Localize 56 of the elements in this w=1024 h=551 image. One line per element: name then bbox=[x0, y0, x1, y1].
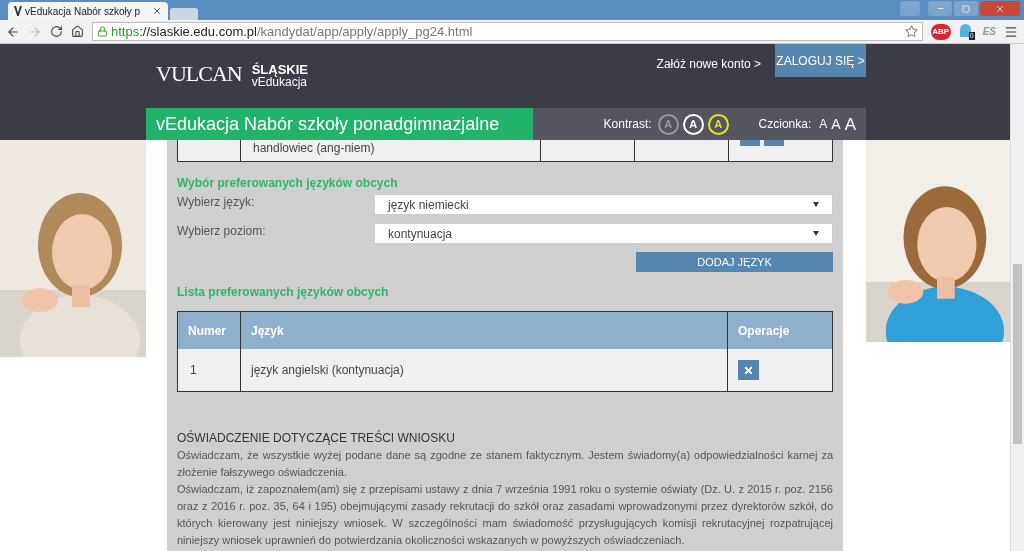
maximize-button[interactable] bbox=[954, 1, 978, 16]
minimize-button[interactable] bbox=[928, 1, 952, 16]
action-button[interactable] bbox=[764, 140, 784, 146]
close-icon bbox=[743, 364, 754, 376]
table-cell: 1 bbox=[178, 349, 241, 391]
page-title: vEdukacja Nabór szkoły ponadgimnazjalne bbox=[156, 112, 500, 136]
browser-tab[interactable]: vEdukacja Nabór szkoły p bbox=[8, 2, 168, 20]
field-label: Wybierz język: bbox=[177, 194, 256, 210]
new-tab-button[interactable] bbox=[170, 8, 198, 20]
column-header: Operacje bbox=[737, 322, 791, 340]
delete-button[interactable] bbox=[738, 360, 759, 380]
add-language-button[interactable]: DODAJ JĘZYK bbox=[636, 252, 833, 272]
font-size-option[interactable]: A bbox=[831, 117, 841, 131]
brand-title: ŚLĄSKIE bbox=[251, 64, 308, 76]
vulcan-logo[interactable]: VULCAN bbox=[156, 62, 242, 86]
logo-icon bbox=[14, 6, 22, 16]
font-size-label: Czcionka: bbox=[758, 116, 812, 133]
url-text: https://slaskie.edu.com.pl/kandydat/app/apply/apply_pg24.html bbox=[111, 22, 473, 41]
close-button[interactable] bbox=[980, 1, 1020, 16]
field-label: Wybierz poziom: bbox=[177, 223, 267, 239]
brand-subtitle: vEdukacja bbox=[251, 76, 308, 88]
dropdown-arrow-icon bbox=[813, 231, 819, 236]
statement-heading: OŚWIADCZENIE DOTYCZĄCE TREŚCI WNIOSKU bbox=[177, 430, 456, 447]
font-size-option[interactable]: A bbox=[819, 118, 828, 130]
font-size-option[interactable]: A bbox=[844, 115, 856, 133]
menu-icon[interactable] bbox=[1004, 24, 1018, 39]
profile-button[interactable] bbox=[900, 1, 920, 16]
register-link[interactable]: Załóż nowe konto > bbox=[656, 55, 761, 108]
table-cell: handlowiec (ang-niem) bbox=[241, 140, 541, 161]
section-heading: Lista preferowanych języków obcych bbox=[177, 284, 390, 300]
dropdown-arrow-icon bbox=[813, 202, 819, 207]
select-field[interactable]: kontynuacja bbox=[374, 223, 833, 244]
select-field[interactable]: język niemiecki bbox=[374, 194, 833, 215]
lock-icon bbox=[97, 26, 108, 37]
scrollbar[interactable] bbox=[1010, 44, 1024, 551]
close-icon bbox=[995, 3, 1005, 14]
section-heading: Wybór preferowanych języków obcych bbox=[177, 175, 399, 191]
home-icon[interactable] bbox=[71, 25, 84, 38]
adblock-icon[interactable]: ABP bbox=[930, 23, 951, 40]
address-bar[interactable]: https://slaskie.edu.com.pl/kandydat/app/apply/apply_pg24.html bbox=[92, 22, 923, 41]
contrast-label: Kontrast: bbox=[603, 116, 652, 133]
reload-icon[interactable] bbox=[50, 25, 63, 38]
contrast-option[interactable]: A bbox=[707, 113, 729, 135]
statement-paragraph: Oświadczam, że wszystkie wyżej podane dane są zgodne ze stanem faktycznym. Jestem świadomy(a) odpowiedzialności karnej za złożenie fałszywego oświadczenia. bbox=[177, 448, 833, 480]
statement-paragraph: Oświadczam, iż zapoznałem(am) się z przepisami ustawy z dnia 7 września 1991 roku o systemie oświaty (Dz. U. z 2015 r. poz. 2156 oraz z 2016 r. poz. 35, 64 i 195) obejmującymi zasady rekrutacji do szkół oraz zasadami wprowadzonymi przez dyrektorów szkół, do których kierowany jest niniejszy wniosek. W szczególności mam świadomość przysługujących komisji rekrutacyjnej rozpatrującej niniejszy wniosek uprawnień do potwierdzania okoliczności wskazanych w powyższych oświadczeniach. bbox=[177, 482, 833, 548]
maximize-icon bbox=[962, 4, 970, 13]
ghost-icon[interactable] bbox=[959, 23, 971, 37]
login-button[interactable]: ZALOGUJ SIĘ > bbox=[775, 44, 866, 77]
close-icon[interactable] bbox=[152, 6, 162, 16]
action-button[interactable] bbox=[740, 140, 760, 146]
back-icon[interactable] bbox=[6, 24, 20, 39]
contrast-option[interactable]: A bbox=[682, 113, 704, 135]
forward-icon[interactable] bbox=[28, 24, 42, 39]
tab-title: vEdukacja Nabór szkoły p bbox=[25, 4, 141, 19]
table-cell: język angielski (kontynuacja) bbox=[241, 349, 728, 391]
bookmark-star-icon[interactable] bbox=[904, 25, 918, 38]
